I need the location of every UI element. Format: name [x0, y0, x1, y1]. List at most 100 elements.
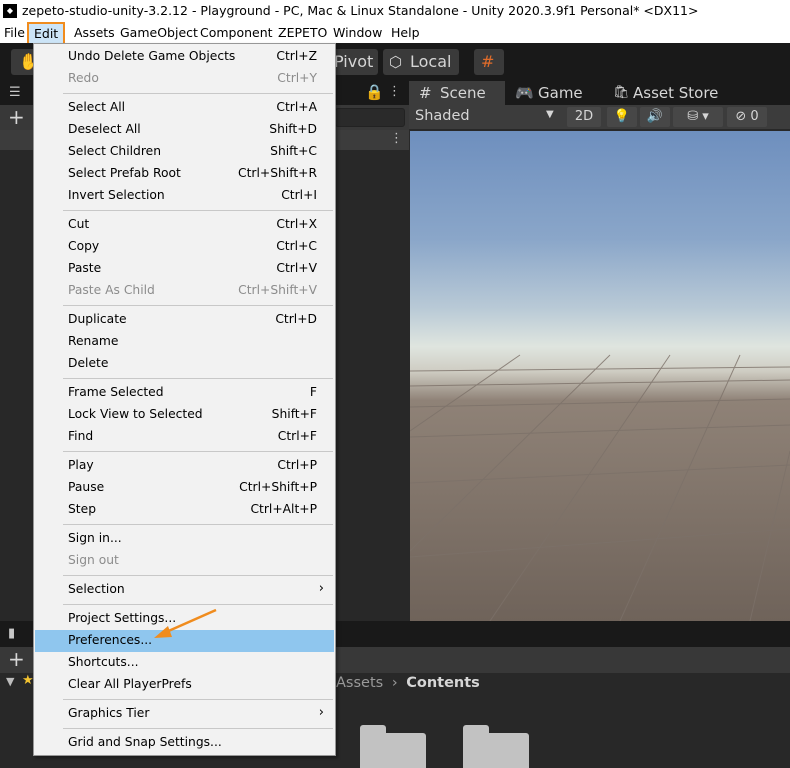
tab-asset-store[interactable]: 🛍 Asset Store	[609, 81, 729, 105]
menu-item-shortcuts[interactable]: Shortcuts...	[35, 652, 334, 674]
lighting-toggle-button[interactable]: 💡	[607, 107, 637, 127]
menu-item-shortcut: Ctrl+Y	[277, 71, 317, 85]
kebab-menu-icon[interactable]: ⋮	[388, 84, 401, 99]
menu-item-paste-as-child: Paste As Child Ctrl+Shift+V	[35, 280, 334, 302]
menu-item-label: Deselect All	[68, 122, 141, 136]
menu-separator	[63, 575, 333, 576]
menu-item-label: Project Settings...	[68, 611, 177, 625]
folder-icon[interactable]	[360, 725, 426, 768]
toggle-2d-button[interactable]: 2D	[567, 107, 601, 127]
menu-item-project-settings[interactable]: Project Settings...	[35, 608, 334, 630]
menu-item-select-prefab-root[interactable]: Select Prefab Root Ctrl+Shift+R	[35, 163, 334, 185]
menu-item-label: Select All	[68, 100, 126, 114]
menu-item-label: Play	[68, 458, 94, 472]
menu-item-label: Preferences...	[68, 633, 153, 647]
eye-slash-icon: ⊘	[735, 109, 747, 124]
menu-item-rename[interactable]: Rename	[35, 331, 334, 353]
tab-game[interactable]: 🎮 Game	[509, 81, 605, 105]
menu-item-sign-out: Sign out	[35, 550, 334, 572]
menu-item-label: Shortcuts...	[68, 655, 139, 669]
menu-separator	[63, 524, 333, 525]
menu-item-sign-in[interactable]: Sign in...	[35, 528, 334, 550]
scene-panel: # Scene 🎮 Game 🛍 Asset Store Shaded ▼ 2D…	[409, 81, 790, 621]
hierarchy-search-input[interactable]	[335, 108, 405, 127]
speaker-icon: 🔊	[646, 109, 664, 124]
menu-item-duplicate[interactable]: Duplicate Ctrl+D	[35, 309, 334, 331]
menu-item-clear-playerprefs[interactable]: Clear All PlayerPrefs	[35, 674, 334, 696]
create-icon[interactable]: +	[8, 647, 25, 671]
local-toggle-button[interactable]: ⬡ Local	[383, 49, 459, 75]
menu-item-label: Grid and Snap Settings...	[68, 735, 222, 749]
menu-item-pause[interactable]: Pause Ctrl+Shift+P	[35, 477, 334, 499]
menu-zepeto[interactable]: ZEPETO	[278, 25, 327, 40]
menu-item-delete[interactable]: Delete	[35, 353, 334, 375]
folder-icon[interactable]	[463, 725, 529, 768]
menu-item-graphics-tier[interactable]: Graphics Tier ›	[35, 703, 334, 725]
menu-edit[interactable]: Edit	[27, 22, 66, 45]
menu-item-grid-snap-settings[interactable]: Grid and Snap Settings...	[35, 732, 334, 754]
ground-grid	[410, 354, 790, 621]
menu-separator	[63, 305, 333, 306]
menu-item-find[interactable]: Find Ctrl+F	[35, 426, 334, 448]
menu-item-play[interactable]: Play Ctrl+P	[35, 455, 334, 477]
grid-snap-button[interactable]: #	[474, 49, 504, 75]
menu-item-label: Paste As Child	[68, 283, 155, 297]
audio-toggle-button[interactable]: 🔊	[640, 107, 670, 127]
menu-item-cut[interactable]: Cut Ctrl+X	[35, 214, 334, 236]
shading-mode-dropdown[interactable]: Shaded	[415, 108, 470, 124]
chevron-right-icon: ›	[318, 581, 324, 596]
menu-item-select-children[interactable]: Select Children Shift+C	[35, 141, 334, 163]
menu-item-undo[interactable]: Undo Delete Game Objects Ctrl+Z	[35, 46, 334, 68]
menu-item-preferences[interactable]: Preferences...	[35, 630, 334, 652]
tab-scene-label: Scene	[440, 84, 486, 102]
menu-item-shortcut: Ctrl+Shift+P	[239, 480, 317, 494]
menu-separator	[63, 699, 333, 700]
menu-item-selection[interactable]: Selection ›	[35, 579, 334, 601]
menu-item-label: Clear All PlayerPrefs	[68, 677, 192, 691]
breadcrumb-contents[interactable]: Contents	[406, 675, 480, 691]
menu-item-label: Lock View to Selected	[68, 407, 203, 421]
menu-item-frame-selected[interactable]: Frame Selected F	[35, 382, 334, 404]
menu-item-select-all[interactable]: Select All Ctrl+A	[35, 97, 334, 119]
title-bar: ◆ zepeto-studio-unity-3.2.12 - Playgroun…	[0, 0, 790, 22]
menu-item-invert-selection[interactable]: Invert Selection Ctrl+I	[35, 185, 334, 207]
scene-kebab-icon[interactable]: ⋮	[390, 131, 403, 146]
menu-item-shortcut: Ctrl+X	[276, 217, 317, 231]
menu-assets[interactable]: Assets	[74, 25, 115, 40]
menu-item-label: Frame Selected	[68, 385, 164, 399]
scene-tab-strip: # Scene 🎮 Game 🛍 Asset Store	[409, 81, 790, 105]
visibility-toggle-button[interactable]: ⊘ 0	[727, 107, 767, 127]
menu-item-lock-view[interactable]: Lock View to Selected Shift+F	[35, 404, 334, 426]
menu-bar: File Edit Assets GameObject Component ZE…	[0, 22, 790, 45]
menu-item-paste[interactable]: Paste Ctrl+V	[35, 258, 334, 280]
grid-snap-icon: #	[481, 52, 495, 71]
menu-item-deselect-all[interactable]: Deselect All Shift+D	[35, 119, 334, 141]
menu-gameobject[interactable]: GameObject	[120, 25, 198, 40]
effects-dropdown-button[interactable]: ⛁ ▾	[673, 107, 723, 127]
unity-logo-icon: ◆	[3, 4, 17, 18]
menu-separator	[63, 728, 333, 729]
breadcrumb-assets[interactable]: Assets	[336, 675, 383, 691]
expand-arrow-icon[interactable]: ▼	[6, 675, 14, 688]
menu-item-shortcut: Ctrl+I	[281, 188, 317, 202]
menu-item-shortcut: Ctrl+Alt+P	[250, 502, 317, 516]
menu-item-copy[interactable]: Copy Ctrl+C	[35, 236, 334, 258]
menu-item-shortcut: Ctrl+P	[277, 458, 317, 472]
menu-item-step[interactable]: Step Ctrl+Alt+P	[35, 499, 334, 521]
menu-item-label: Redo	[68, 71, 99, 85]
menu-item-label: Select Children	[68, 144, 162, 158]
window-title: zepeto-studio-unity-3.2.12 - Playground …	[22, 3, 699, 18]
menu-help[interactable]: Help	[391, 25, 420, 40]
menu-item-shortcut: Ctrl+F	[277, 429, 317, 443]
add-icon[interactable]: +	[8, 105, 25, 129]
menu-window[interactable]: Window	[333, 25, 382, 40]
lock-icon[interactable]: 🔒	[365, 83, 384, 101]
menu-item-shortcut: F	[309, 385, 317, 399]
menu-item-shortcut: Ctrl+D	[275, 312, 317, 326]
tab-scene[interactable]: # Scene	[409, 81, 505, 105]
menu-item-label: Selection	[68, 582, 125, 596]
menu-file[interactable]: File	[4, 25, 25, 40]
menu-component[interactable]: Component	[200, 25, 273, 40]
folder-tab-icon: ▮	[8, 626, 16, 641]
scene-viewport[interactable]	[410, 131, 790, 621]
